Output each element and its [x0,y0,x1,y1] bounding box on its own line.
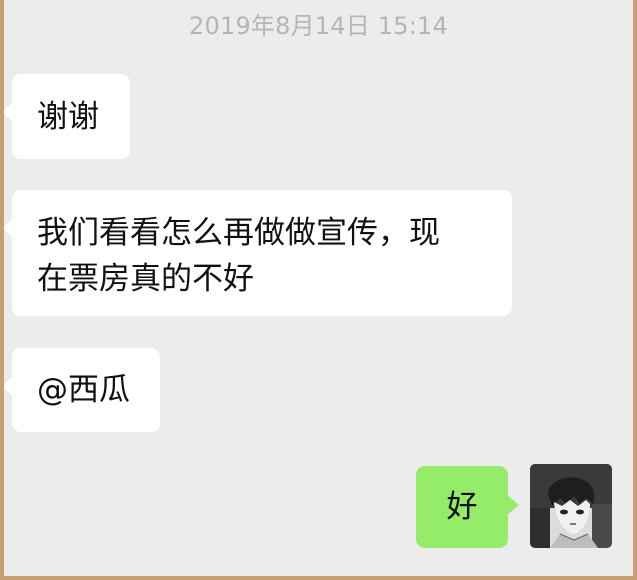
incoming-message-bubble[interactable]: @西瓜 [4,348,160,432]
chat-window: 2019年8月14日 15:14 谢谢 我们看看怎么再做做宣传，现 在票房真的不… [4,0,633,576]
incoming-message-bubble[interactable]: 我们看看怎么再做做宣传，现 在票房真的不好 [4,190,512,316]
message-timestamp: 2019年8月14日 15:14 [189,12,448,40]
incoming-message-bubble[interactable]: 谢谢 [4,74,130,159]
avatar[interactable] [530,464,612,548]
user-avatar-icon [530,464,612,548]
outgoing-message-bubble[interactable]: 好 [416,466,519,548]
